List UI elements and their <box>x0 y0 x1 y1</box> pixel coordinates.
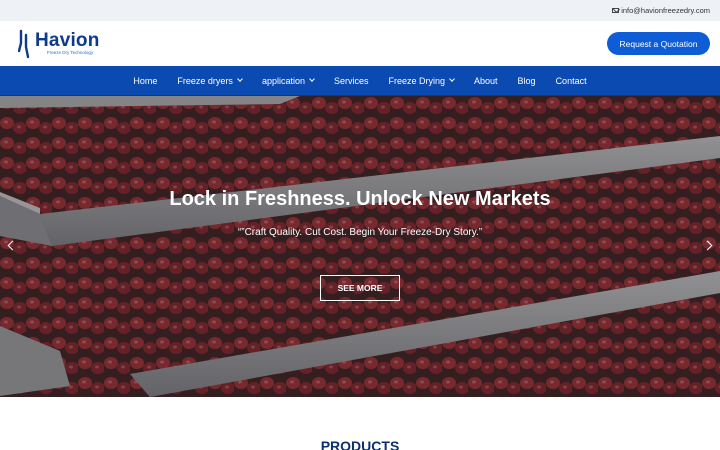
chevron-down-icon <box>449 76 455 82</box>
products-heading: PRODUCTS <box>320 438 400 450</box>
top-bar: info@havionfreezedry.com <box>0 0 720 21</box>
nav-item-freeze-dryers[interactable]: Freeze dryers <box>167 76 252 86</box>
nav-item-home[interactable]: Home <box>123 76 167 86</box>
logo-tagline: Freeze Dry Technology <box>47 50 94 56</box>
mail-icon <box>612 8 620 13</box>
hero-slider: Lock in Freshness. Unlock New Markets “”… <box>0 96 720 397</box>
logo-name: Havion <box>35 30 100 52</box>
main-nav: Home Freeze dryers application Services … <box>0 66 720 96</box>
contact-email-text[interactable]: info@havionfreezedry.com <box>621 6 710 15</box>
chevron-down-icon <box>309 76 315 82</box>
products-section: PRODUCTS <box>0 397 720 450</box>
site-header: Havion Freeze Dry Technology Request a Q… <box>0 21 720 66</box>
nav-item-application[interactable]: application <box>252 76 324 86</box>
hero-subtitle: “”Craft Quality. Cut Cost. Begin Your Fr… <box>237 227 483 238</box>
nav-item-contact[interactable]: Contact <box>546 76 597 86</box>
chevron-down-icon <box>237 76 243 82</box>
nav-item-services[interactable]: Services <box>324 76 379 86</box>
contact-email[interactable]: info@havionfreezedry.com <box>612 6 710 15</box>
nav-item-freeze-drying[interactable]: Freeze Drying <box>378 76 464 86</box>
see-more-button[interactable]: SEE MORE <box>320 275 400 301</box>
nav-item-blog[interactable]: Blog <box>508 76 546 86</box>
request-quotation-button[interactable]: Request a Quotation <box>607 32 710 55</box>
site-logo[interactable]: Havion Freeze Dry Technology <box>18 29 100 59</box>
havion-logo-icon <box>18 29 30 58</box>
nav-item-about[interactable]: About <box>464 76 508 86</box>
hero-title: Lock in Freshness. Unlock New Markets <box>169 188 551 210</box>
